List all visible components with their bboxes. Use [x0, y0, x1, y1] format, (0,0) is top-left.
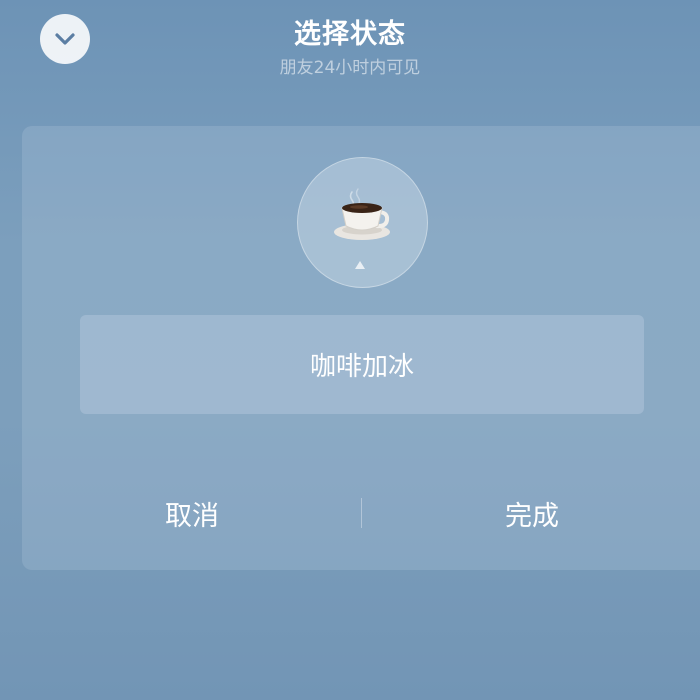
status-text-input[interactable]: 咖啡加冰	[80, 315, 644, 414]
visibility-hint: 朋友24小时内可见	[279, 58, 421, 78]
coffee-cup-icon	[334, 188, 390, 240]
page-title: 选择状态	[294, 19, 406, 50]
done-button[interactable]: 完成	[362, 488, 700, 538]
expand-indicator-icon	[355, 261, 365, 269]
cancel-button[interactable]: 取消	[22, 488, 362, 538]
